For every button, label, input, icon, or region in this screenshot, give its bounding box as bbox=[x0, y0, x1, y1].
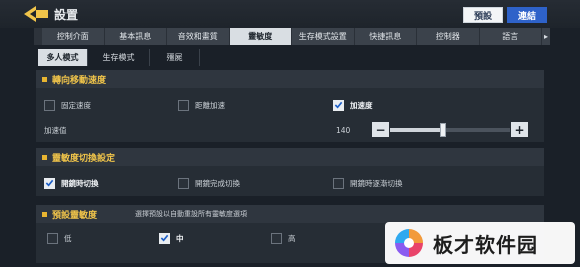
option-distance-accel[interactable]: 距離加速 bbox=[178, 97, 225, 113]
option-high[interactable]: 高 bbox=[271, 230, 296, 246]
check-icon bbox=[160, 234, 169, 242]
option-switch-on-ads[interactable]: 開鏡時切換 bbox=[44, 175, 99, 191]
subtab-battle-royale[interactable]: 生存模式 bbox=[88, 49, 150, 66]
increase-button[interactable]: + bbox=[511, 122, 528, 137]
section-title: 轉向移動速度 bbox=[52, 75, 107, 86]
option-label: 開鏡完成切換 bbox=[195, 178, 240, 188]
back-arrow-icon[interactable] bbox=[22, 4, 52, 24]
checkbox-checked[interactable] bbox=[44, 177, 55, 189]
tab-audio-graphics[interactable]: 音效和畫質 bbox=[167, 28, 230, 45]
option-switch-gradual[interactable]: 開鏡時逐漸切換 bbox=[333, 175, 403, 191]
option-acceleration[interactable]: 加速度 bbox=[333, 97, 373, 113]
subtab-multiplayer[interactable]: 多人模式 bbox=[38, 49, 88, 66]
tab-survival-settings[interactable]: 生存模式設置 bbox=[292, 28, 355, 45]
mode-subtabs: 多人模式 生存模式 殭屍 bbox=[38, 49, 200, 66]
watermark-logo-icon bbox=[395, 229, 423, 257]
bullet-icon bbox=[42, 76, 47, 82]
page-title: 設置 bbox=[54, 8, 79, 22]
check-icon bbox=[45, 179, 54, 187]
accel-value-readout: 140 bbox=[336, 125, 351, 135]
section-header: 轉向移動速度 bbox=[36, 70, 544, 88]
sensitivity-switch-panel: 靈敏度切換設定 bbox=[36, 148, 544, 196]
accel-slider-track[interactable] bbox=[390, 128, 510, 132]
option-label: 加速度 bbox=[350, 100, 373, 110]
checkbox-checked[interactable] bbox=[333, 99, 344, 111]
tab-control-ui[interactable]: 控制介面 bbox=[42, 28, 105, 45]
tab-scroll-right-icon[interactable]: ▸ bbox=[542, 28, 550, 45]
tab-basic-info[interactable]: 基本訊息 bbox=[105, 28, 167, 45]
bullet-icon bbox=[42, 211, 47, 217]
decrease-button[interactable]: − bbox=[372, 122, 389, 137]
default-button[interactable]: 預設 bbox=[463, 7, 503, 23]
accel-label: 加速值 bbox=[44, 125, 67, 135]
subtab-zombies[interactable]: 殭屍 bbox=[150, 49, 200, 66]
section-header: 預設靈敏度 選擇預設以自動重設所有靈敏度選項 bbox=[36, 205, 544, 223]
accel-slider-fill bbox=[390, 128, 443, 132]
option-switch-after-ads[interactable]: 開鏡完成切換 bbox=[178, 175, 240, 191]
option-medium[interactable]: 中 bbox=[159, 230, 184, 246]
checkbox-checked[interactable] bbox=[159, 232, 170, 244]
section-header: 靈敏度切換設定 bbox=[36, 148, 544, 166]
checkbox[interactable] bbox=[178, 177, 189, 189]
option-label: 中 bbox=[176, 233, 184, 243]
section-title: 靈敏度切換設定 bbox=[52, 153, 116, 164]
bullet-icon bbox=[42, 154, 47, 160]
section-hint: 選擇預設以自動重設所有靈敏度選項 bbox=[135, 210, 248, 218]
accel-value-label: 加速值 bbox=[44, 122, 67, 138]
option-label: 開鏡時逐漸切換 bbox=[350, 178, 403, 188]
checkbox[interactable] bbox=[333, 177, 344, 189]
site-watermark: 板才软件园 bbox=[385, 222, 575, 264]
top-bar: 設置 預設 連結 bbox=[0, 0, 580, 28]
option-label: 開鏡時切換 bbox=[61, 178, 99, 188]
option-label: 固定速度 bbox=[61, 100, 91, 110]
connect-button[interactable]: 連結 bbox=[507, 7, 547, 23]
option-label: 距離加速 bbox=[195, 100, 225, 110]
checkbox[interactable] bbox=[47, 232, 58, 244]
tab-quick-messages[interactable]: 快捷訊息 bbox=[355, 28, 417, 45]
checkbox[interactable] bbox=[178, 99, 189, 111]
checkbox[interactable] bbox=[271, 232, 282, 244]
option-fixed-speed[interactable]: 固定速度 bbox=[44, 97, 91, 113]
main-tabs: 控制介面 基本訊息 音效和畫質 靈敏度 生存模式設置 快捷訊息 控制器 語言 bbox=[42, 28, 542, 45]
accel-slider-thumb[interactable] bbox=[439, 123, 446, 137]
tab-controller[interactable]: 控制器 bbox=[417, 28, 480, 45]
section-title: 預設靈敏度 bbox=[52, 210, 98, 221]
checkbox[interactable] bbox=[44, 99, 55, 111]
tab-sensitivity[interactable]: 靈敏度 bbox=[229, 28, 292, 45]
check-icon bbox=[334, 101, 343, 109]
watermark-text: 板才软件园 bbox=[433, 232, 538, 257]
option-label: 低 bbox=[64, 233, 72, 243]
option-low[interactable]: 低 bbox=[47, 230, 72, 246]
tab-language[interactable]: 語言 bbox=[480, 28, 542, 45]
option-label: 高 bbox=[288, 233, 296, 243]
tab-scroll-left[interactable] bbox=[34, 28, 42, 45]
